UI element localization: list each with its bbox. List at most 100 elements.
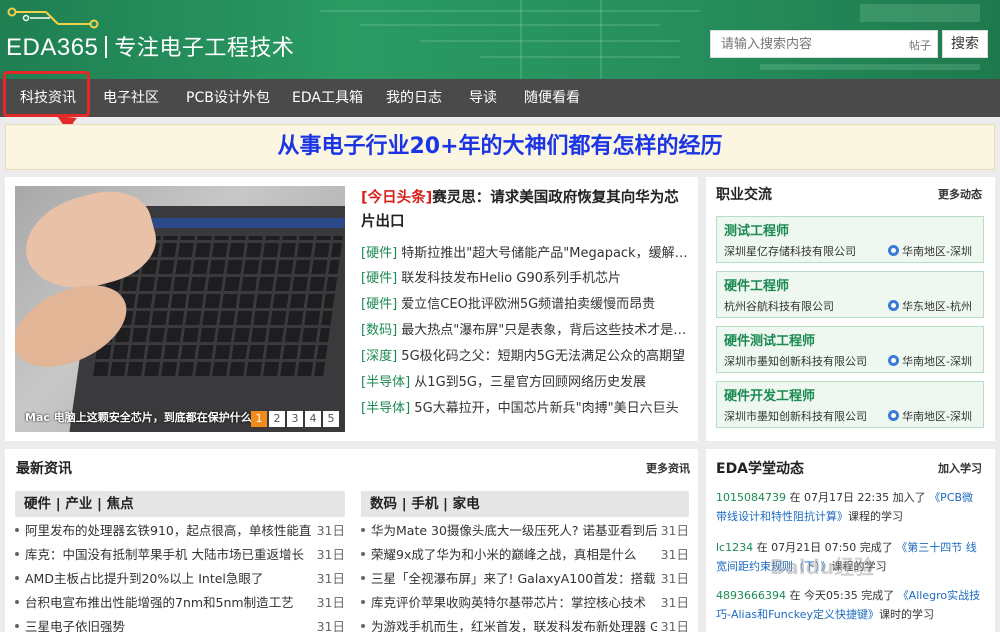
job-card[interactable]: 硬件开发工程师 深圳市墨知创新科技有限公司 华南地区-深圳 xyxy=(716,381,984,428)
job-location: 华南地区-深圳 xyxy=(888,408,972,424)
headline-tag: [今日头条] xyxy=(361,190,433,206)
eda-activity-text: 在 07月17日 22:35 加入了 xyxy=(786,491,930,504)
promo-banner[interactable]: 从事电子行业20+年的大神们都有怎样的经历 xyxy=(5,124,995,170)
circuit-logo-icon xyxy=(7,7,99,29)
list-item-date: 31日 xyxy=(660,595,689,610)
news-category: [硬件] xyxy=(361,297,398,312)
baidu-watermark: Baidu经验 xyxy=(770,555,875,579)
news-title: 从1G到5G，三星官方回顾网络历史发展 xyxy=(414,375,646,390)
list-item-title: 荣耀9x成了华为和小米的巅峰之战，真相是什么 xyxy=(371,547,637,562)
location-pin-icon xyxy=(888,300,900,311)
list-item-title: 为游戏手机而生，红米首发，联发科发布新处理器 G xyxy=(371,619,657,632)
news-item[interactable]: [硬件] 联发科技发布Helio G90系列手机芯片 xyxy=(361,269,691,289)
bullet-icon xyxy=(15,576,19,580)
list-item-date: 31日 xyxy=(316,571,345,586)
list-item[interactable]: 荣耀9x成了华为和小米的巅峰之战，真相是什么 31日 xyxy=(361,545,689,565)
job-card[interactable]: 硬件测试工程师 深圳市墨知创新科技有限公司 华南地区-深圳 xyxy=(716,326,984,373)
join-learning-link[interactable]: 加入学习 xyxy=(938,460,982,476)
list-item[interactable]: 三星电子依旧强势 31日 xyxy=(15,617,345,632)
list-item-date: 31日 xyxy=(316,595,345,610)
eda-academy-title: EDA学堂动态 xyxy=(716,461,805,477)
list-item-title: 华为Mate 30摄像头底大一级压死人? 诺基亚看到后 xyxy=(371,523,657,538)
list-item-date: 31日 xyxy=(660,571,689,586)
eda-user-link[interactable]: 4893666394 xyxy=(716,589,786,602)
news-item[interactable]: [半导体] 5G大幕拉开，中国芯片新兵"肉搏"美日六巨头 xyxy=(361,399,691,419)
nav-item-eda-tools[interactable]: EDA工具箱 xyxy=(292,79,363,117)
list-item[interactable]: 华为Mate 30摄像头底大一级压死人? 诺基亚看到后 31日 xyxy=(361,521,689,541)
banner-text: 从事电子行业20+年的大神们都有怎样的经历 xyxy=(277,134,723,159)
job-company: 深圳市墨知创新科技有限公司 xyxy=(724,410,867,423)
category-header-hardware[interactable]: 硬件 | 产业 | 焦点 xyxy=(15,491,345,517)
latest-news-title: 最新资讯 xyxy=(16,461,72,477)
main-nav: 科技资讯 电子社区 PCB设计外包 EDA工具箱 我的日志 导读 随便看看 xyxy=(0,79,1000,117)
job-location-text: 华南地区-深圳 xyxy=(902,355,972,368)
nav-item-community[interactable]: 电子社区 xyxy=(103,79,159,117)
list-item-date: 31日 xyxy=(316,523,345,538)
bullet-icon xyxy=(361,552,365,556)
news-title: 特斯拉推出"超大号储能产品"Megapack，缓解电厂... xyxy=(401,246,691,261)
pager-item[interactable]: 3 xyxy=(287,411,303,427)
news-title: 5G大幕拉开，中国芯片新兵"肉搏"美日六巨头 xyxy=(414,401,679,416)
search-input[interactable] xyxy=(711,31,903,57)
job-card[interactable]: 硬件工程师 杭州谷航科技有限公司 华东地区-杭州 xyxy=(716,271,984,318)
featured-caption[interactable]: Mac 电脑上这颗安全芯片，到底都在保护什么 xyxy=(15,406,255,430)
bullet-icon xyxy=(361,600,365,604)
eda-activity-item: 1015084739 在 07月17日 22:35 加入了 《PCB微带线设计和… xyxy=(716,488,984,526)
list-item[interactable]: 库克评价苹果收购英特尔基带芯片：掌控核心技术 31日 xyxy=(361,593,689,613)
list-item-title: 库克：中国没有抵制苹果手机 大陆市场已重返增长 xyxy=(25,547,304,562)
bullet-icon xyxy=(15,600,19,604)
list-item-title: 库克评价苹果收购英特尔基带芯片：掌控核心技术 xyxy=(371,595,647,610)
news-category: [硬件] xyxy=(361,271,398,286)
eda-user-link[interactable]: lc1234 xyxy=(716,541,753,554)
list-item-title: AMD主板占比提升到20%以上 Intel急眼了 xyxy=(25,571,264,586)
pager-item[interactable]: 5 xyxy=(323,411,339,427)
site-logo[interactable]: EDA365 专注电子工程技术 xyxy=(6,30,294,62)
job-title: 硬件测试工程师 xyxy=(724,334,816,349)
job-title: 硬件开发工程师 xyxy=(724,389,816,404)
news-title: 最大热点"瀑布屏"只是表象，背后这些技术才是真... xyxy=(401,323,691,338)
list-item[interactable]: 为游戏手机而生，红米首发，联发科发布新处理器 G 31日 xyxy=(361,617,689,632)
list-item[interactable]: 三星「全视瀑布屏」来了! GalaxyA100首发：搭载 31日 xyxy=(361,569,689,589)
bullet-icon xyxy=(15,624,19,628)
news-item[interactable]: [半导体] 从1G到5G，三星官方回顾网络历史发展 xyxy=(361,373,691,393)
eda-user-link[interactable]: 1015084739 xyxy=(716,491,786,504)
nav-item-pcb-outsourcing[interactable]: PCB设计外包 xyxy=(186,79,270,117)
list-item-title: 三星电子依旧强势 xyxy=(25,619,126,632)
top-headline[interactable]: [今日头条]赛灵思：请求美国政府恢复其向华为芯片出口 xyxy=(361,186,691,234)
nav-item-random[interactable]: 随便看看 xyxy=(524,79,580,117)
jobs-more-link[interactable]: 更多动态 xyxy=(938,186,982,202)
job-location-text: 华南地区-深圳 xyxy=(902,410,972,423)
list-item[interactable]: 库克：中国没有抵制苹果手机 大陆市场已重返增长 31日 xyxy=(15,545,345,565)
pager-item[interactable]: 2 xyxy=(269,411,285,427)
news-item[interactable]: [数码] 最大热点"瀑布屏"只是表象，背后这些技术才是真... xyxy=(361,321,691,341)
job-location: 华东地区-杭州 xyxy=(888,298,972,314)
news-item[interactable]: [硬件] 特斯拉推出"超大号储能产品"Megapack，缓解电厂... xyxy=(361,244,691,264)
news-item[interactable]: [深度] 5G极化码之父：短期内5G无法满足公众的高期望 xyxy=(361,347,691,367)
list-item-date: 31日 xyxy=(316,619,345,632)
job-location: 华南地区-深圳 xyxy=(888,243,972,259)
list-item-date: 31日 xyxy=(660,547,689,562)
job-title: 硬件工程师 xyxy=(724,279,790,294)
touchbar-illustration xyxy=(124,218,345,228)
list-item[interactable]: 台积电宣布推出性能增强的7nm和5nm制造工艺 31日 xyxy=(15,593,345,613)
latest-news-more-link[interactable]: 更多资讯 xyxy=(646,460,690,476)
job-card[interactable]: 测试工程师 深圳星亿存储科技有限公司 华南地区-深圳 xyxy=(716,216,984,263)
list-item-date: 31日 xyxy=(660,523,689,538)
nav-item-my-blog[interactable]: 我的日志 xyxy=(386,79,442,117)
list-item[interactable]: 阿里发布的处理器玄铁910，起点很高，单核性能直 31日 xyxy=(15,521,345,541)
search-button[interactable]: 搜索 xyxy=(942,30,988,58)
job-company: 深圳市墨知创新科技有限公司 xyxy=(724,355,867,368)
location-pin-icon xyxy=(888,245,900,256)
featured-image[interactable] xyxy=(15,186,345,432)
pager-item[interactable]: 1 xyxy=(251,411,267,427)
list-item-date: 31日 xyxy=(660,619,689,632)
nav-item-guide[interactable]: 导读 xyxy=(469,79,497,117)
search-scope-select[interactable]: 帖子 xyxy=(909,37,931,53)
category-header-digital[interactable]: 数码 | 手机 | 家电 xyxy=(361,491,689,517)
bullet-icon xyxy=(361,624,365,628)
job-title: 测试工程师 xyxy=(724,224,790,239)
bullet-icon xyxy=(361,528,365,532)
list-item[interactable]: AMD主板占比提升到20%以上 Intel急眼了 31日 xyxy=(15,569,345,589)
pager-item[interactable]: 4 xyxy=(305,411,321,427)
news-item[interactable]: [硬件] 爱立信CEO批评欧洲5G频谱拍卖缓慢而昂贵 xyxy=(361,295,691,315)
